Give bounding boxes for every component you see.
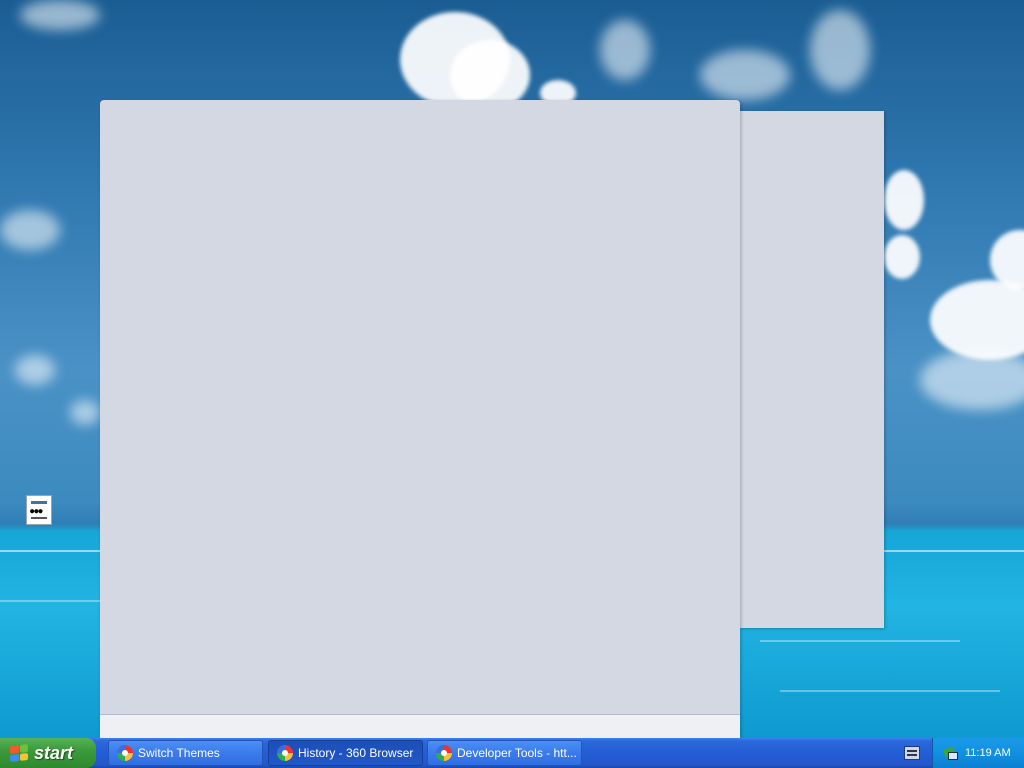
taskbar-button-label: History - 360 Browser	[298, 746, 414, 760]
desktop-file-icon[interactable]: ●●●	[26, 495, 52, 525]
logo-pane	[19, 752, 28, 761]
file-icon-line	[31, 517, 47, 519]
background-window[interactable]	[740, 111, 884, 628]
wallpaper-cloud	[600, 20, 650, 80]
wallpaper-cloud	[0, 210, 60, 250]
system-tray: 11:19 AM	[932, 738, 1024, 768]
file-icon-header	[31, 501, 47, 504]
start-button[interactable]: start	[0, 738, 96, 768]
browser-360-icon	[117, 745, 133, 761]
wallpaper-cloud	[700, 50, 790, 100]
wallpaper-cloud	[20, 0, 100, 30]
taskbar-button-label: Switch Themes	[138, 746, 220, 760]
window-status-bar	[100, 714, 740, 738]
browser-360-icon	[436, 745, 452, 761]
taskbar: start Switch Themes History - 360 Browse…	[0, 738, 1024, 768]
windows-logo-icon	[10, 744, 28, 762]
logo-pane	[19, 744, 28, 753]
taskbar-button-history[interactable]: History - 360 Browser	[268, 740, 423, 766]
wallpaper-cloud	[15, 355, 55, 385]
wallpaper-cloud	[810, 10, 870, 90]
wallpaper-wave	[0, 600, 100, 602]
desktop-wallpaper: ●●●	[0, 0, 1024, 738]
wallpaper-wave	[760, 640, 960, 642]
browser-360-icon	[277, 745, 293, 761]
wallpaper-cloud	[930, 280, 1024, 360]
browser-window-blank[interactable]	[100, 100, 740, 738]
keyboard-icon[interactable]	[904, 746, 920, 760]
wallpaper-wave	[780, 690, 1000, 692]
wallpaper-cloud	[884, 235, 920, 279]
wallpaper-cloud	[884, 170, 924, 230]
logo-pane	[10, 753, 19, 762]
taskbar-button-developer-tools[interactable]: Developer Tools - htt...	[427, 740, 582, 766]
file-icon-glyph: ●●●	[30, 507, 43, 515]
taskbar-button-label: Developer Tools - htt...	[457, 746, 577, 760]
taskbar-button-switch-themes[interactable]: Switch Themes	[108, 740, 263, 766]
logo-pane	[10, 745, 19, 754]
wallpaper-cloud	[70, 400, 100, 425]
wallpaper-cloud	[920, 350, 1024, 410]
network-icon[interactable]	[943, 746, 958, 760]
tray-clock[interactable]: 11:19 AM	[965, 747, 1011, 759]
start-label: start	[34, 742, 74, 763]
